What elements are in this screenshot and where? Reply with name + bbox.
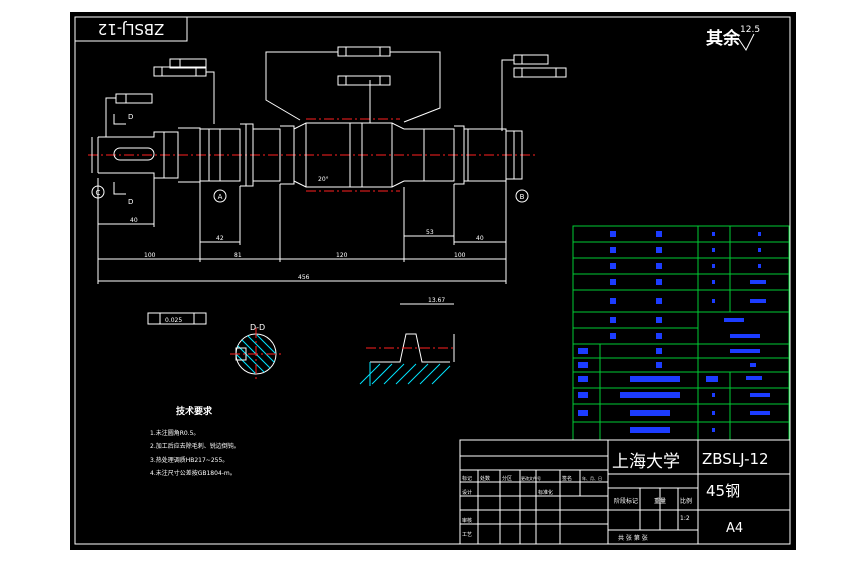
tech-item-2: 2.加工后应去除毛刺、锐边倒钝。 bbox=[150, 442, 240, 450]
roughness-value: 12.5 bbox=[740, 25, 760, 35]
paper-size: A4 bbox=[726, 521, 743, 536]
rev-h5: 签名 bbox=[562, 475, 572, 482]
roughness-symbol-icon bbox=[737, 33, 755, 51]
stage-header-1: 阶段标记 bbox=[614, 497, 638, 505]
dim-angle: 20° bbox=[318, 176, 329, 183]
tech-title: 技术要求 bbox=[176, 405, 213, 417]
svg-text:A: A bbox=[218, 193, 223, 201]
rev-h2: 处数 bbox=[480, 475, 490, 482]
rev-h1: 标记 bbox=[462, 475, 472, 482]
dim-seg-right: 100 bbox=[454, 252, 466, 259]
material: 45钢 bbox=[706, 482, 740, 500]
dim-right-len: 40 bbox=[476, 235, 484, 242]
drawing-canvas: ZBSLJ-12 其余 12.5 40 42 53 40 100 81 120 … bbox=[70, 12, 796, 550]
rev-h4: 更改文件号 bbox=[521, 475, 541, 481]
dim-key-len: 40 bbox=[130, 217, 138, 224]
dim-total-length: 456 bbox=[298, 274, 310, 281]
keyway bbox=[113, 147, 155, 161]
svg-text:D: D bbox=[128, 113, 133, 121]
dim-bearing-len: 42 bbox=[216, 235, 224, 242]
datum-a: A bbox=[213, 189, 227, 203]
designer-date: 标准化 bbox=[538, 489, 553, 496]
sheet-footer: 共 张 第 张 bbox=[618, 534, 648, 542]
svg-text:C: C bbox=[96, 189, 101, 197]
svg-text:B: B bbox=[520, 193, 525, 201]
tech-item-4: 4.未注尺寸公差按GB1804-m。 bbox=[150, 469, 236, 477]
mirrored-code: ZBSLJ-12 bbox=[98, 20, 165, 38]
stage-header-2: 重量 bbox=[654, 497, 666, 505]
roughness-label: 其余 bbox=[706, 28, 741, 49]
tooth-profile: 13.67 bbox=[359, 297, 455, 386]
svg-text:D: D bbox=[128, 198, 133, 206]
scale: 1:2 bbox=[680, 515, 690, 522]
datum-b: B bbox=[515, 189, 529, 203]
dim-seg-center: 120 bbox=[336, 252, 348, 259]
tech-item-3: 3.热处理调质HB217~255。 bbox=[150, 456, 228, 464]
school-name: 上海大学 bbox=[612, 452, 680, 472]
dim-gear-len: 53 bbox=[426, 229, 434, 236]
title-drawing-code: ZBSLJ-12 bbox=[702, 450, 769, 468]
gear-param-table bbox=[572, 225, 790, 441]
approval-process: 工艺 bbox=[462, 532, 472, 538]
approval-review: 审核 bbox=[462, 517, 472, 524]
rev-h3: 分区 bbox=[502, 475, 512, 482]
tech-item-1: 1.未注圆角R0.5。 bbox=[150, 429, 199, 437]
approval-design: 设计 bbox=[462, 489, 472, 496]
section-tolerance: 0.025 bbox=[165, 317, 182, 324]
length-dims bbox=[97, 178, 507, 284]
dim-seg-mid-left: 81 bbox=[234, 252, 242, 259]
drawing-svg: ZBSLJ-12 其余 12.5 40 42 53 40 100 81 120 … bbox=[74, 16, 791, 545]
tooth-dim: 13.67 bbox=[428, 297, 445, 304]
dim-seg-left: 100 bbox=[144, 252, 156, 259]
rev-h6: 年、月、日 bbox=[582, 475, 602, 481]
section-label: D-D bbox=[250, 323, 265, 332]
stage-header-3: 比例 bbox=[680, 497, 692, 505]
